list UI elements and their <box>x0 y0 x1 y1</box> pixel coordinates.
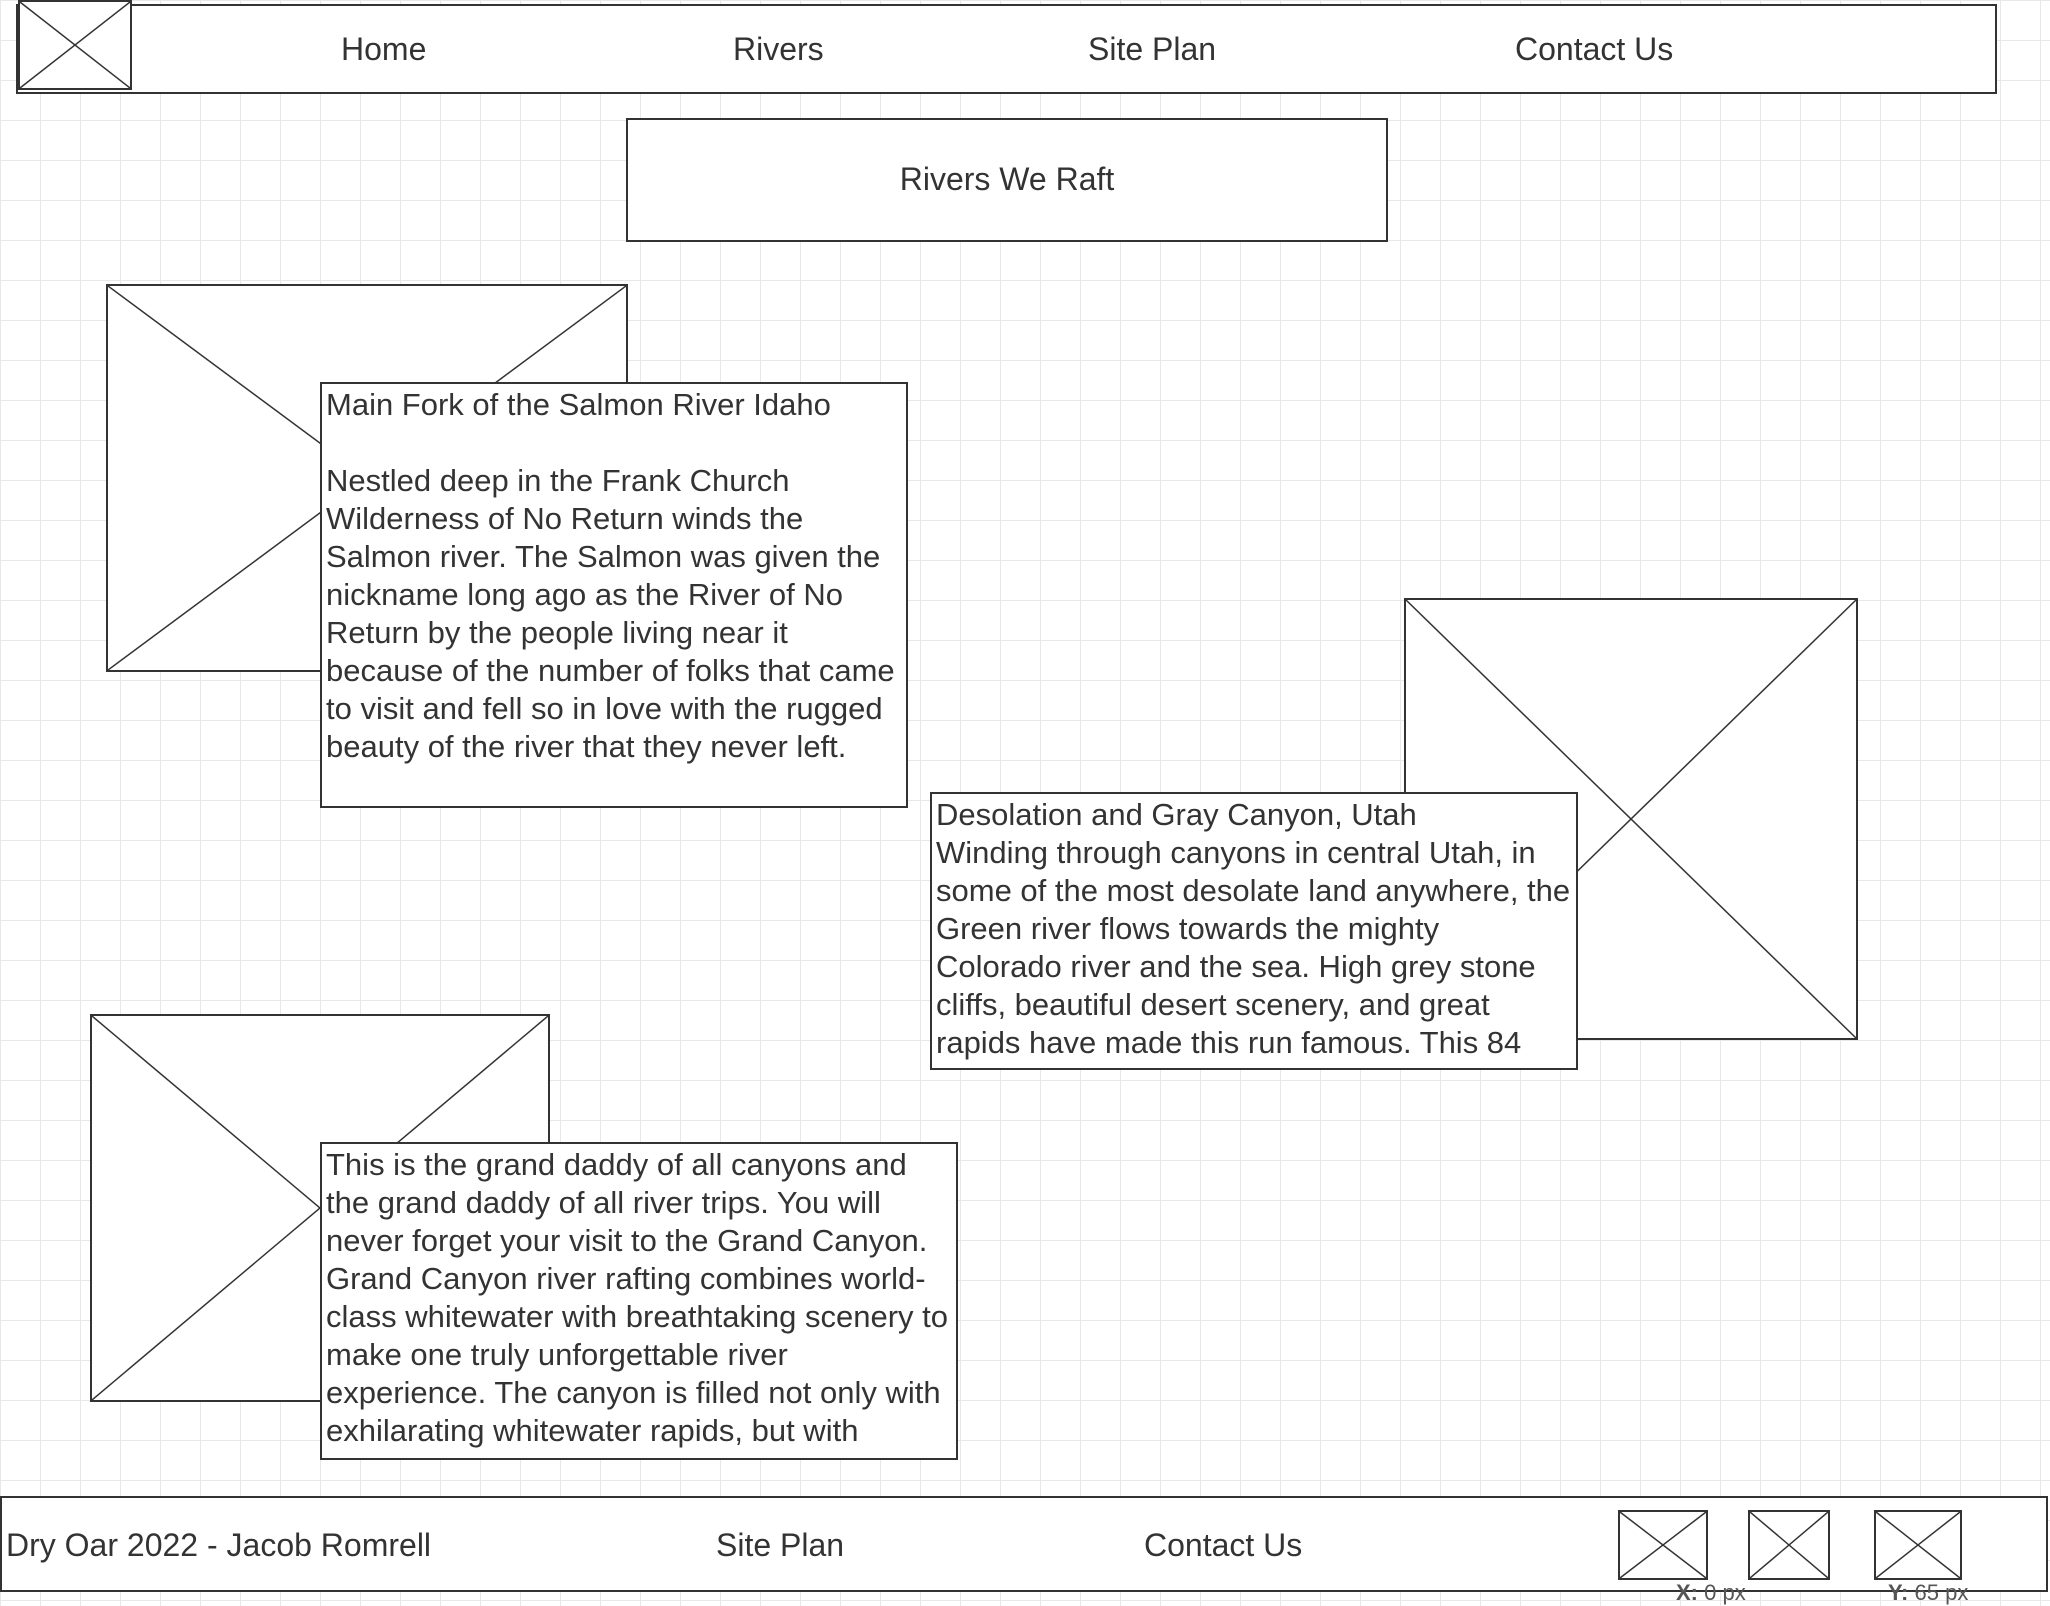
desolation-canyon-title: Desolation and Gray Canyon, Utah <box>936 797 1417 832</box>
page-title: Rivers We Raft <box>899 161 1115 197</box>
nav-home[interactable]: Home <box>341 30 426 68</box>
grand-canyon-text-box: This is the grand daddy of all canyons a… <box>320 1142 958 1460</box>
logo-placeholder-icon[interactable] <box>18 0 132 90</box>
social-placeholder-icon[interactable] <box>1618 1510 1708 1580</box>
salmon-river-title: Main Fork of the Salmon River Idaho <box>326 387 831 422</box>
x-coordinate-value: 0 px <box>1704 1580 1746 1605</box>
x-coordinate-readout: X: 0 px <box>1676 1580 1746 1606</box>
footer-credit: Dry Oar 2022 - Jacob Romrell <box>6 1527 432 1563</box>
footer-site-plan-link[interactable]: Site Plan <box>716 1526 844 1564</box>
nav-contact-us[interactable]: Contact Us <box>1515 30 1673 68</box>
y-coordinate-label: Y: <box>1888 1580 1909 1605</box>
nav-site-plan[interactable]: Site Plan <box>1088 30 1216 68</box>
desolation-canyon-text-box: Desolation and Gray Canyon, Utah Winding… <box>930 792 1578 1070</box>
grand-canyon-description: This is the grand daddy of all canyons a… <box>326 1147 949 1448</box>
salmon-river-description: Nestled deep in the Frank Church Wildern… <box>326 463 895 764</box>
footer-contact-us-link[interactable]: Contact Us <box>1144 1526 1302 1564</box>
desolation-canyon-description: Winding through canyons in central Utah,… <box>936 835 1571 1060</box>
nav-rivers[interactable]: Rivers <box>733 30 824 68</box>
salmon-river-text-box: Main Fork of the Salmon River Idaho Nest… <box>320 382 908 808</box>
y-coordinate-value: 65 px <box>1914 1580 1969 1605</box>
header-bar <box>16 4 1997 94</box>
social-placeholder-icon[interactable] <box>1748 1510 1830 1580</box>
y-coordinate-readout: Y: 65 px <box>1888 1580 1968 1606</box>
x-coordinate-label: X: <box>1676 1580 1698 1605</box>
social-placeholder-icon[interactable] <box>1874 1510 1962 1580</box>
